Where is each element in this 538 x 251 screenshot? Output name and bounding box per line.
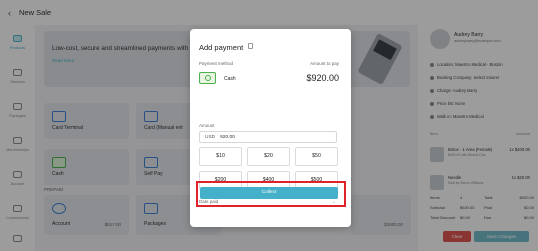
amount-input[interactable]: USD 920.00 — [199, 131, 337, 143]
modal-title: Add payment — [199, 43, 244, 52]
quick-amount-button[interactable]: $10 — [199, 147, 242, 166]
currency-label: USD — [205, 134, 216, 140]
date-paid-field[interactable]: Date paid — [199, 199, 337, 204]
copy-icon[interactable] — [248, 43, 253, 49]
collect-button[interactable]: Collect — [200, 187, 338, 199]
amount-to-pay-value: $920.00 — [306, 73, 339, 83]
quick-amount-button[interactable]: $50 — [295, 147, 338, 166]
payment-method-label: Payment method — [199, 61, 234, 66]
chevron-down-icon[interactable]: ⌄ — [332, 199, 336, 205]
amount-label: Amount — [199, 123, 215, 128]
amount-to-pay-label: Amount to pay — [309, 61, 339, 66]
payment-method-value: Cash — [224, 76, 236, 82]
cash-icon — [199, 72, 216, 84]
amount-input-value: 920.00 — [220, 134, 235, 140]
quick-amount-button[interactable]: $20 — [247, 147, 290, 166]
